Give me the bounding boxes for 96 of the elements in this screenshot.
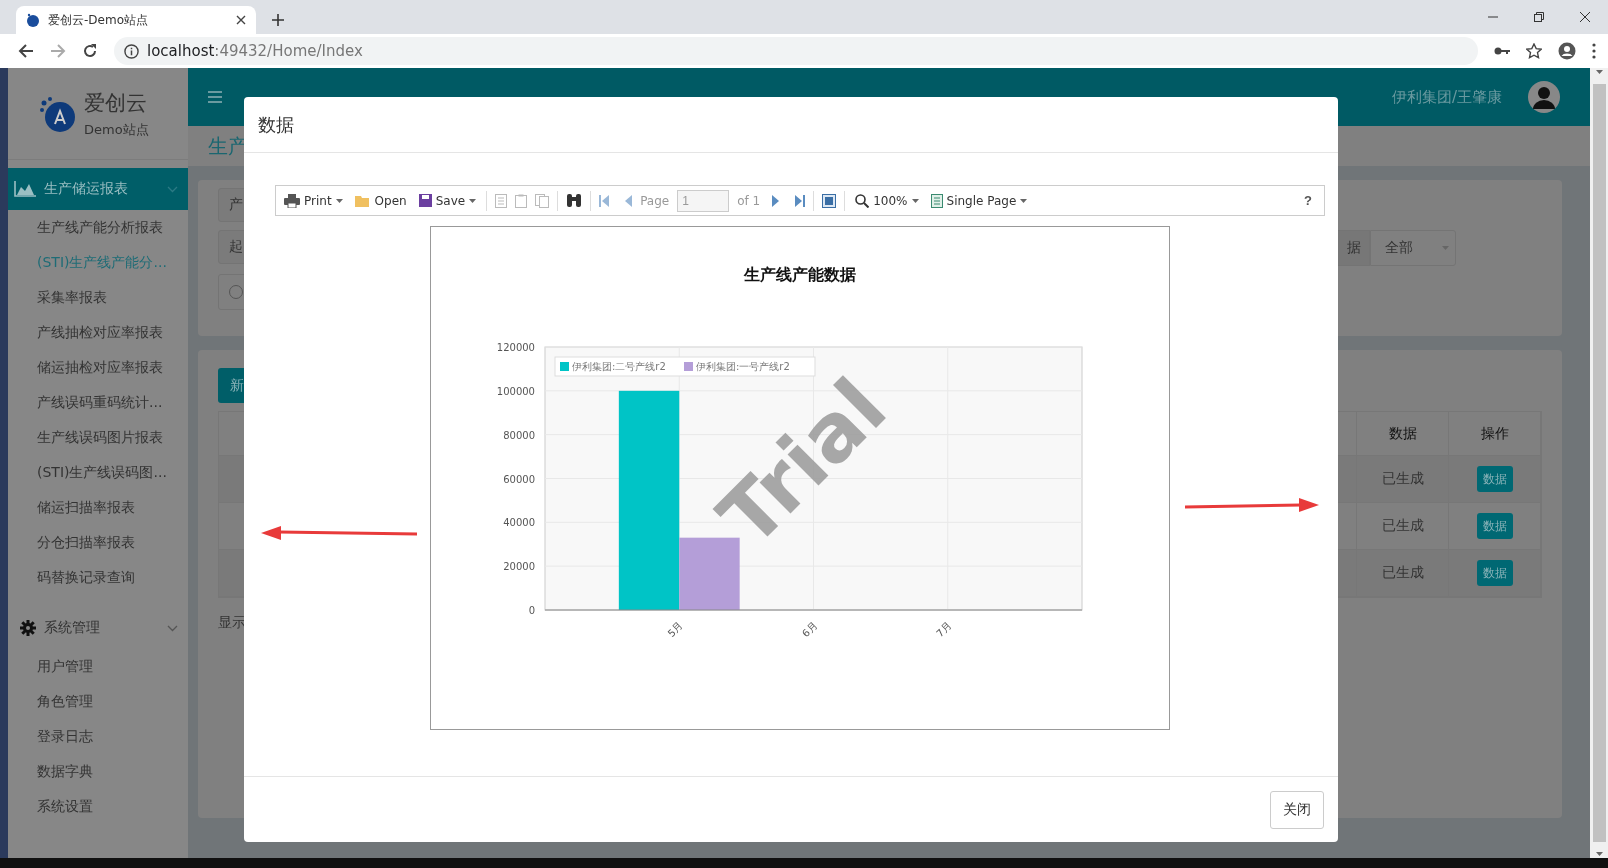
view-mode-button[interactable]: Single Page [928, 193, 1030, 208]
table-cell: 已生成 [1357, 503, 1449, 550]
x-tick-label: 6月 [799, 619, 820, 640]
sidebar-item[interactable]: (STI)生产线误码图... [8, 455, 188, 490]
address-bar[interactable]: localhost:49432/Home/Index [114, 37, 1478, 65]
first-page-icon[interactable] [599, 194, 610, 207]
page-number-field[interactable]: 1 [677, 189, 730, 212]
sidebar-group[interactable]: 系统管理 [8, 607, 188, 649]
star-icon[interactable] [1526, 43, 1542, 59]
legend-label: 伊利集团:二号产线r2 [572, 361, 666, 372]
data-button[interactable]: 数据 [1476, 466, 1513, 492]
x-tick-label: 5月 [665, 619, 685, 640]
sidebar-item[interactable]: 分仓扫描率报表 [8, 525, 188, 560]
zoom-button[interactable]: 100% [853, 193, 921, 208]
copy-icon[interactable] [535, 193, 550, 208]
legend-label: 伊利集团:一号产线r2 [696, 361, 790, 372]
account-icon[interactable] [1558, 42, 1576, 60]
table-cell: 已生成 [1357, 456, 1449, 503]
tab-title: 爱创云-Demo站点 [48, 11, 149, 29]
sidebar-item[interactable]: 角色管理 [8, 684, 188, 719]
sidebar-group[interactable]: 生产储运报表 [8, 168, 188, 210]
sidebar-item[interactable]: 登录日志 [8, 719, 188, 754]
sidebar-item[interactable]: 生产线误码图片报表 [8, 420, 188, 455]
caret-icon [1020, 198, 1028, 203]
sidebar-group-label: 系统管理 [44, 619, 101, 637]
y-tick-label: 20000 [503, 561, 535, 573]
page-count: of 1 [737, 193, 761, 208]
browser-tab[interactable]: 爱创云-Demo站点 [16, 6, 256, 34]
area-chart-icon [14, 181, 36, 197]
y-tick-label: 60000 [503, 473, 535, 485]
page-label: Page [640, 193, 670, 208]
logo-subtitle: Demo站点 [84, 120, 149, 139]
binoculars-icon[interactable] [566, 194, 583, 207]
sidebar-group-label: 生产储运报表 [44, 180, 129, 198]
open-button[interactable]: Open [352, 193, 409, 208]
y-tick-label: 80000 [503, 429, 535, 441]
info-icon [124, 43, 139, 59]
sidebar-item[interactable]: 产线误码重码统计... [8, 385, 188, 420]
back-icon[interactable] [18, 43, 34, 59]
report-title: 生产线产能数据 [744, 265, 856, 286]
folder-icon [354, 194, 371, 207]
document-icon[interactable] [495, 193, 508, 208]
x-tick-label: 7月 [934, 619, 954, 640]
sidebar-item[interactable]: 数据字典 [8, 754, 188, 789]
y-tick-label: 120000 [496, 342, 535, 353]
last-page-icon[interactable] [795, 194, 806, 207]
print-button[interactable]: Print [282, 193, 345, 208]
close-icon[interactable] [236, 15, 246, 25]
printer-icon [284, 193, 300, 208]
url-text: localhost:49432/Home/Index [147, 42, 363, 60]
logo-icon [38, 94, 76, 133]
caret-icon [1595, 852, 1603, 856]
sidebar-item[interactable]: 生产线产能分析报表 [8, 210, 188, 245]
restore-icon [1534, 12, 1544, 22]
site-logo-icon [26, 13, 40, 27]
gear-icon [20, 620, 36, 636]
sidebar-item[interactable]: 采集率报表 [8, 280, 188, 315]
user-name: 伊利集团/王肇康 [1391, 87, 1502, 107]
save-button[interactable]: Save [416, 193, 479, 208]
clipboard-icon[interactable] [515, 193, 528, 208]
sidebar-item[interactable]: 产线抽检对应率报表 [8, 315, 188, 350]
data-button[interactable]: 数据 [1476, 560, 1513, 586]
reload-icon[interactable] [82, 43, 98, 59]
caret-icon [335, 198, 343, 203]
modal-title: 数据 [258, 112, 294, 137]
close-icon [1580, 12, 1590, 22]
y-tick-label: 40000 [503, 517, 535, 529]
forward-icon[interactable] [50, 43, 66, 59]
sidebar-item[interactable]: 储运抽检对应率报表 [8, 350, 188, 385]
avatar-icon [1528, 81, 1560, 113]
caret-icon [469, 198, 477, 203]
page-icon [930, 193, 943, 208]
view-icon[interactable] [822, 193, 837, 208]
magnifier-icon [855, 193, 870, 208]
previous-page-icon[interactable] [625, 194, 633, 207]
close-button[interactable]: 关闭 [1270, 790, 1324, 829]
caret-icon [1595, 70, 1603, 74]
y-tick-label: 100000 [496, 385, 535, 397]
caret-icon [911, 198, 919, 203]
data-button[interactable]: 数据 [1476, 513, 1513, 539]
menu-icon[interactable] [1592, 43, 1596, 59]
key-icon[interactable] [1494, 46, 1510, 56]
help-button[interactable]: ? [1298, 193, 1318, 208]
select-field[interactable]: 全部 [1370, 230, 1456, 266]
table-cell: 已生成 [1357, 550, 1449, 597]
scrollbar-thumb[interactable] [1592, 84, 1606, 842]
new-tab-icon[interactable] [272, 14, 284, 26]
chevron-icon [167, 185, 178, 193]
logo-name: 爱创云 [84, 89, 148, 117]
sidebar-item[interactable]: 用户管理 [8, 649, 188, 684]
sidebar-item[interactable]: 储运扫描率报表 [8, 490, 188, 525]
y-tick-label: 0 [528, 605, 535, 616]
chevron-icon [167, 624, 178, 632]
sidebar-item[interactable]: 码替换记录查询 [8, 560, 188, 595]
sidebar-item[interactable]: 系统设置 [8, 789, 188, 824]
next-page-icon[interactable] [772, 194, 780, 207]
